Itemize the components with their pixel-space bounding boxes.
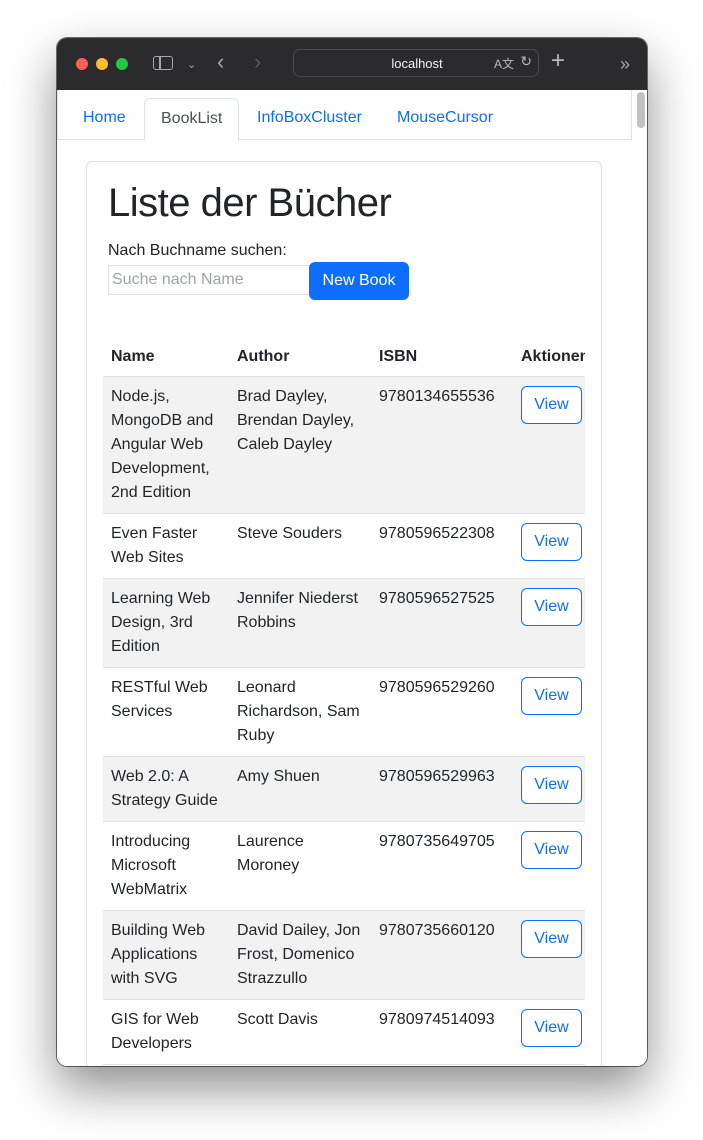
view-button[interactable]: View xyxy=(521,1009,582,1047)
tab-infoboxcluster[interactable]: InfoBoxCluster xyxy=(241,98,378,140)
forward-arrow-icon[interactable]: › xyxy=(254,51,261,73)
book-author: David Dailey, Jon Frost, Domenico Strazz… xyxy=(229,910,371,1000)
header-isbn: ISBN xyxy=(371,334,513,377)
view-button[interactable]: View xyxy=(521,831,582,869)
view-button[interactable]: View xyxy=(521,920,582,958)
book-author: Jennifer Niederst Robbins xyxy=(229,578,371,668)
book-isbn: 9780735660120 xyxy=(371,910,513,1000)
book-name: Node.js, MongoDB and Angular Web Develop… xyxy=(103,376,229,514)
table-row: RESTful Web Services Leonard Richardson,… xyxy=(103,667,585,757)
actions-cell: View xyxy=(513,756,585,822)
table-row: Building Web Applications with SVG David… xyxy=(103,910,585,1000)
book-isbn: 9780134655536 xyxy=(371,376,513,514)
book-author: Amy Shuen xyxy=(229,756,371,822)
header-actions: Aktionen xyxy=(513,334,585,377)
table-row: Web 2.0: A Strategy Guide Amy Shuen 9780… xyxy=(103,756,585,822)
book-author: Leonard Richardson, Sam Ruby xyxy=(229,667,371,757)
search-input[interactable] xyxy=(108,265,310,295)
actions-cell: View xyxy=(513,578,585,668)
book-isbn: 9780974514093 xyxy=(371,999,513,1065)
view-button[interactable]: View xyxy=(521,588,582,626)
table-row: GIS for Web Developers Scott Davis 97809… xyxy=(103,999,585,1065)
book-list-card: Liste der Bücher Nach Buchname suchen: N… xyxy=(86,161,602,1066)
actions-cell: View xyxy=(513,513,585,579)
table-row: Node.js, MongoDB and Angular Web Develop… xyxy=(103,376,585,514)
close-window-button[interactable] xyxy=(76,58,88,70)
table-header-row: Name Author ISBN Aktionen xyxy=(103,334,585,377)
book-name: Web 2.0: A Strategy Guide xyxy=(103,756,229,822)
view-button[interactable]: View xyxy=(521,523,582,561)
book-author: Laurence Moroney xyxy=(229,821,371,911)
tab-home[interactable]: Home xyxy=(67,98,142,140)
browser-window: ⌄ ‹ › localhost A文 ↻ + » Home BookList I… xyxy=(57,38,647,1066)
address-bar[interactable]: localhost A文 ↻ xyxy=(293,49,539,77)
actions-cell: View xyxy=(513,376,585,514)
book-name: RESTful Web Services xyxy=(103,667,229,757)
new-tab-icon[interactable]: + xyxy=(551,49,565,73)
book-isbn: 9780735649705 xyxy=(371,821,513,911)
header-author: Author xyxy=(229,334,371,377)
view-button[interactable]: View xyxy=(521,386,582,424)
actions-cell: View xyxy=(513,667,585,757)
book-table: Name Author ISBN Aktionen Node.js, Mongo… xyxy=(103,334,585,1065)
table-row: Learning Web Design, 3rd Edition Jennife… xyxy=(103,578,585,668)
view-button[interactable]: View xyxy=(521,677,582,715)
book-isbn: 9780596522308 xyxy=(371,513,513,579)
tab-mousecursor[interactable]: MouseCursor xyxy=(381,98,509,140)
book-isbn: 9780596529260 xyxy=(371,667,513,757)
double-chevron-right-icon[interactable]: » xyxy=(620,53,630,75)
page-title: Liste der Bücher xyxy=(108,181,392,225)
book-name: Even Faster Web Sites xyxy=(103,513,229,579)
book-table-container: Name Author ISBN Aktionen Node.js, Mongo… xyxy=(103,334,585,1065)
scrollbar-thumb[interactable] xyxy=(637,92,645,128)
book-author: Steve Souders xyxy=(229,513,371,579)
minimize-window-button[interactable] xyxy=(96,58,108,70)
back-arrow-icon[interactable]: ‹ xyxy=(217,51,224,73)
header-name: Name xyxy=(103,334,229,377)
book-isbn: 9780596529963 xyxy=(371,756,513,822)
tab-booklist[interactable]: BookList xyxy=(144,98,240,141)
chevron-down-icon[interactable]: ⌄ xyxy=(187,54,196,76)
table-row: Introducing Microsoft WebMatrix Laurence… xyxy=(103,821,585,911)
book-name: GIS for Web Developers xyxy=(103,999,229,1065)
translate-icon[interactable]: A文 xyxy=(494,55,514,72)
actions-cell: View xyxy=(513,821,585,911)
new-book-button[interactable]: New Book xyxy=(309,262,409,300)
view-button[interactable]: View xyxy=(521,766,582,804)
search-label: Nach Buchname suchen: xyxy=(108,242,287,259)
book-isbn: 9780596527525 xyxy=(371,578,513,668)
sidebar-toggle-icon[interactable] xyxy=(153,56,173,70)
reload-icon[interactable]: ↻ xyxy=(520,53,532,70)
table-row: Even Faster Web Sites Steve Souders 9780… xyxy=(103,513,585,579)
book-name: Learning Web Design, 3rd Edition xyxy=(103,578,229,668)
actions-cell: View xyxy=(513,999,585,1065)
book-name: Building Web Applications with SVG xyxy=(103,910,229,1000)
zoom-window-button[interactable] xyxy=(116,58,128,70)
page-viewport: Home BookList InfoBoxCluster MouseCursor… xyxy=(57,90,647,1066)
nav-tabs: Home BookList InfoBoxCluster MouseCursor xyxy=(57,90,632,141)
actions-cell: View xyxy=(513,910,585,1000)
book-author: Brad Dayley, Brendan Dayley, Caleb Dayle… xyxy=(229,376,371,514)
book-name: Introducing Microsoft WebMatrix xyxy=(103,821,229,911)
browser-toolbar: ⌄ ‹ › localhost A文 ↻ + » xyxy=(57,38,647,90)
book-author: Scott Davis xyxy=(229,999,371,1065)
